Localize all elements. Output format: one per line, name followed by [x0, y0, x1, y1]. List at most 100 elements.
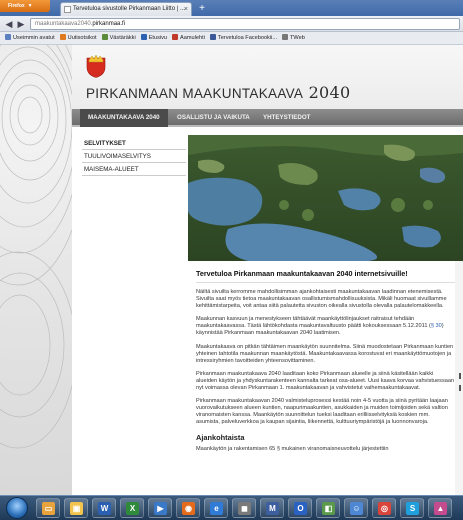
- taskbar-item[interactable]: ◎: [372, 498, 396, 518]
- sidenav-item-selvitykset[interactable]: SELVITYKSET: [82, 137, 186, 150]
- taskbar-item[interactable]: M: [260, 498, 284, 518]
- page-icon: [140, 34, 147, 40]
- nav-item-osallistu[interactable]: OSALLISTU JA VAIKUTA: [169, 109, 258, 127]
- bookmarks-bar: Useimmin avatut Uutisotsikot Västäräkki Etu…: [0, 32, 463, 45]
- taskbar-item[interactable]: O: [288, 498, 312, 518]
- topographic-background: [0, 45, 72, 495]
- windows-taskbar: ▭ ▣ W X ▶ ◉ e ◼ M O ◧ ☺ ◎ S ▲: [0, 495, 463, 520]
- tab-title: Tervetuloa sivustolle Pirkanmaan Liitto …: [73, 6, 185, 12]
- firefox-icon: ◉: [182, 502, 195, 515]
- app-icon: ◼: [238, 502, 251, 515]
- facebook-icon: [209, 34, 216, 40]
- chevron-down-icon: ▼: [27, 3, 33, 9]
- bookmark-label: Useimmin avatut: [13, 35, 55, 41]
- taskbar-item[interactable]: ▲: [428, 498, 452, 518]
- page-favicon-icon: [64, 6, 71, 13]
- taskbar-item[interactable]: S: [400, 498, 424, 518]
- bookmark-item[interactable]: Etusivu: [140, 32, 168, 44]
- bookmark-item[interactable]: Tervetuloa Facebookii...: [209, 32, 277, 44]
- content-heading: Tervetuloa Pirkanmaan maakuntakaavan 204…: [196, 269, 455, 283]
- taskbar-item[interactable]: ◉: [176, 498, 200, 518]
- content-paragraph-2: Maakunnan kasvuun ja menestykseen tähtää…: [196, 316, 455, 337]
- internet-explorer-icon: e: [210, 502, 223, 515]
- taskbar-item[interactable]: X: [120, 498, 144, 518]
- aerial-landscape-photo: [188, 135, 463, 261]
- url-prefix: maakuntakaava2040.: [35, 21, 93, 27]
- bookmark-item[interactable]: Useimmin avatut: [5, 32, 55, 44]
- bookmark-label: Västäräkki: [109, 35, 136, 41]
- sidenav-item-maisema-alueet[interactable]: MAISEMA-ALUEET: [82, 163, 186, 176]
- web-page: PIRKANMAAN MAAKUNTAKAAVA 2040 MAAKUNTAKA…: [72, 45, 463, 495]
- content-paragraph-4: Pirkanmaan maakuntakaava 2040 laaditaan …: [196, 370, 455, 392]
- main-content: Tervetuloa Pirkanmaan maakuntakaavan 204…: [188, 261, 463, 495]
- firefox-menu-button[interactable]: Firefox ▼: [0, 0, 50, 12]
- taskbar-item[interactable]: ▶: [148, 498, 172, 518]
- page-viewport[interactable]: PIRKANMAAN MAAKUNTAKAAVA 2040 MAAKUNTAKA…: [0, 45, 463, 495]
- taskbar-item[interactable]: ☺: [344, 498, 368, 518]
- site-title[interactable]: PIRKANMAAN MAAKUNTAKAAVA 2040: [86, 83, 350, 102]
- site-title-text: PIRKANMAAN MAAKUNTAKAAVA: [86, 86, 303, 101]
- skype-icon: S: [406, 502, 419, 515]
- nav-item-maakuntakaava[interactable]: MAAKUNTAKAAVA 2040: [80, 109, 168, 127]
- side-navigation: SELVITYKSET TUULIVOIMASELVITYS MAISEMA-A…: [82, 137, 186, 176]
- photo-icon: ◧: [322, 502, 335, 515]
- bookmark-label: Aamulehti: [180, 35, 205, 41]
- browser-nav-bar: ◀ ▶ maakuntakaava2040.pirkanmaa.fi: [0, 16, 463, 32]
- content-paragraph-5: Pirkanmaan maakuntakaavan 2040 valmistel…: [196, 398, 448, 426]
- media-player-icon: ▶: [154, 502, 167, 515]
- bookmark-label: TWeb: [290, 35, 305, 41]
- address-bar[interactable]: maakuntakaava2040.pirkanmaa.fi: [30, 18, 460, 30]
- taskbar-item[interactable]: ▭: [36, 498, 60, 518]
- nav-item-yhteystiedot[interactable]: YHTEYSTIEDOT: [255, 109, 318, 127]
- folder-icon: ▣: [70, 502, 83, 515]
- bookmark-label: Tervetuloa Facebookii...: [217, 35, 277, 41]
- star-icon: [5, 34, 11, 40]
- taskbar-item[interactable]: W: [92, 498, 116, 518]
- sidenav-item-tuulivoimaselvitys[interactable]: TUULIVOIMASELVITYS: [82, 150, 186, 163]
- content-paragraph-3: Maakuntakaava on pitkän tähtäimen maankä…: [196, 343, 454, 364]
- site-title-year: 2040: [308, 83, 351, 102]
- explorer-icon: ▭: [42, 502, 55, 515]
- app-icon-2: ▲: [434, 502, 447, 515]
- content-paragraph-2-before: Maakunnan kasvuun ja menestykseen tähtää…: [196, 316, 431, 330]
- page-icon: [282, 34, 288, 40]
- pykala-30-link[interactable]: § 30: [431, 323, 442, 329]
- url-host: pirkanmaa.fi: [92, 21, 126, 27]
- pirkanmaa-coat-of-arms-icon[interactable]: [86, 54, 106, 78]
- bookmark-item[interactable]: Aamulehti: [172, 32, 205, 44]
- bird-icon: [101, 34, 108, 40]
- main-navigation: MAAKUNTAKAAVA 2040 OSALLISTU JA VAIKUTA …: [72, 109, 463, 127]
- browser-tab-bar: Firefox ▼ Tervetuloa sivustolle Pirkanmaa…: [0, 0, 463, 16]
- bookmark-item[interactable]: Västäräkki: [101, 32, 136, 44]
- word-icon: W: [98, 502, 111, 515]
- outlook-icon: O: [294, 502, 307, 515]
- right-sidebar-edge: [455, 261, 463, 495]
- excel-icon: X: [126, 502, 139, 515]
- close-tab-icon[interactable]: ×: [184, 3, 188, 16]
- content-paragraph-1: Näiltä sivuilta kerromme mahdollisimman …: [196, 289, 447, 310]
- firefox-menu-label: Firefox: [8, 3, 25, 9]
- news-icon: [172, 34, 179, 40]
- taskbar-item[interactable]: ▣: [64, 498, 88, 518]
- sidebar-tab-marker[interactable]: [459, 373, 461, 379]
- section-heading-ajankohtaista: Ajankohtaista: [196, 432, 245, 442]
- bookmark-label: Uutisotsikot: [67, 35, 97, 41]
- taskbar-item[interactable]: e: [204, 498, 228, 518]
- bookmark-item[interactable]: Uutisotsikot: [59, 32, 97, 44]
- content-paragraph-6: Maankäytön ja rakentamisen 65 § mukainen…: [196, 445, 389, 452]
- taskbar-item[interactable]: ◼: [232, 498, 256, 518]
- forward-arrow-icon[interactable]: ▶: [15, 18, 27, 30]
- rss-icon: [59, 34, 66, 40]
- start-button-icon[interactable]: [6, 497, 28, 519]
- bookmark-item[interactable]: TWeb: [282, 32, 305, 44]
- site-header: PIRKANMAAN MAAKUNTAKAAVA 2040: [72, 45, 463, 109]
- back-arrow-icon[interactable]: ◀: [3, 18, 15, 30]
- taskbar-item[interactable]: ◧: [316, 498, 340, 518]
- messenger-icon: ☺: [350, 502, 363, 515]
- new-tab-button[interactable]: +: [196, 3, 208, 15]
- bookmark-label: Etusivu: [148, 35, 168, 41]
- sidebar-tab-marker[interactable]: [459, 385, 461, 391]
- mail-icon: M: [266, 502, 279, 515]
- browser-tab[interactable]: Tervetuloa sivustolle Pirkanmaan Liitto …: [60, 2, 192, 16]
- chrome-icon: ◎: [378, 502, 391, 515]
